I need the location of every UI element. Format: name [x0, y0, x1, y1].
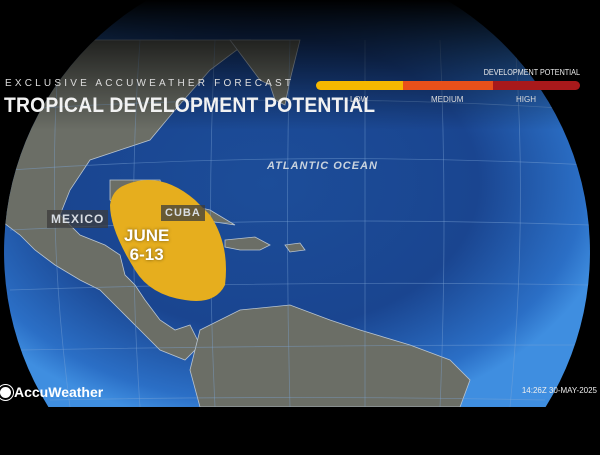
zone-month: JUNE [124, 226, 170, 245]
legend-high-swatch [492, 81, 580, 90]
label-mexico: MEXICO [47, 210, 109, 228]
legend-high-label: HIGH [516, 95, 536, 104]
legend-bar [316, 81, 580, 90]
legend-title: DEVELOPMENT POTENTIAL [483, 68, 580, 77]
legend-low-swatch [316, 81, 404, 90]
legend-medium-label: MEDIUM [431, 95, 464, 104]
legend-low-label: LOW [350, 95, 369, 104]
label-atlantic-ocean: ATLANTIC OCEAN [267, 160, 378, 172]
header-kicker: EXCLUSIVE ACCUWEATHER FORECAST [5, 78, 295, 89]
bottom-band [0, 407, 600, 455]
legend-medium-swatch [403, 81, 493, 90]
timestamp: 14:26Z 30-MAY-2025 [521, 386, 597, 395]
label-cuba: CUBA [161, 205, 205, 221]
sun-icon [0, 386, 11, 398]
zone-days: 6-13 [129, 245, 164, 264]
brand-name: AccuWeather [14, 384, 104, 400]
zone-period: JUNE 6-13 [124, 226, 169, 264]
accuweather-logo: AccuWeather [0, 384, 103, 400]
page-title: TROPICAL DEVELOPMENT POTENTIAL [4, 94, 376, 117]
